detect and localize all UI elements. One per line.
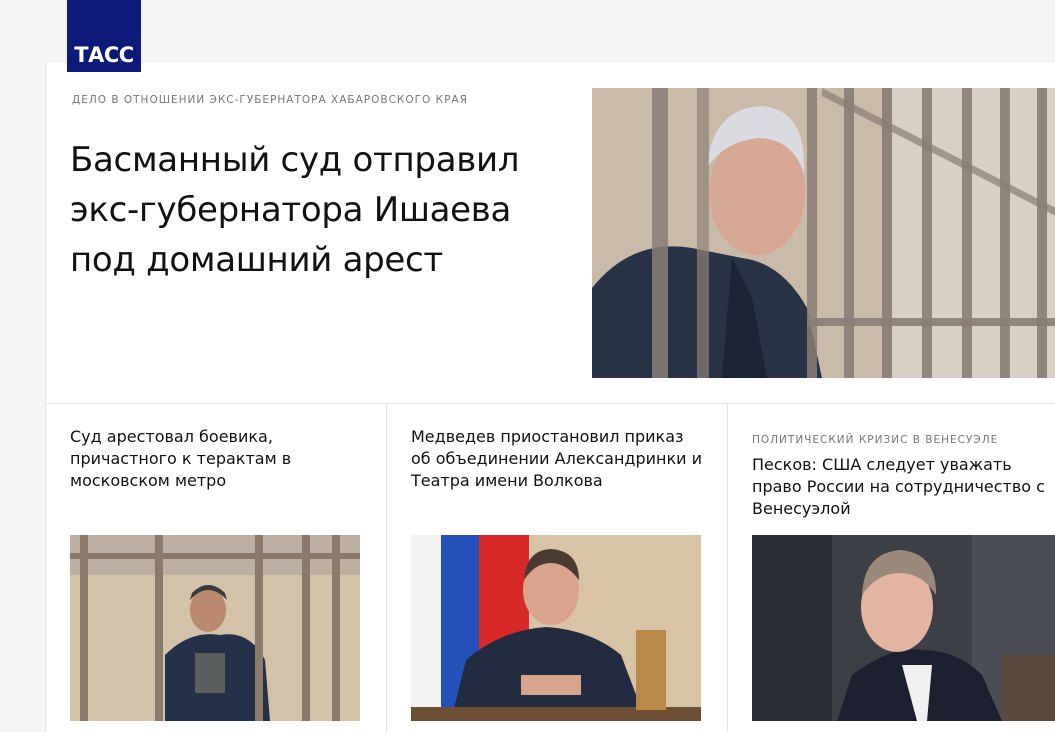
card-photo[interactable] [411,535,701,721]
hero-article[interactable]: ДЕЛО В ОТНОШЕНИИ ЭКС-ГУБЕРНАТОРА ХАБАРОВ… [46,63,1055,403]
news-card[interactable]: ПОЛИТИЧЕСКИЙ КРИЗИС В ВЕНЕСУЭЛЕ Песков: … [728,404,1055,732]
tass-logo[interactable]: ТАСС [67,0,141,72]
news-feed: ДЕЛО В ОТНОШЕНИИ ЭКС-ГУБЕРНАТОРА ХАБАРОВ… [45,63,1055,732]
card-category[interactable]: ПОЛИТИЧЕСКИЙ КРИЗИС В ВЕНЕСУЭЛЕ [752,434,998,446]
card-headline[interactable]: Песков: США следует уважать право России… [752,454,1048,520]
news-card[interactable]: Медведев приостановил приказ об объедине… [387,404,728,732]
logo-text: ТАСС [74,43,134,67]
hero-category[interactable]: ДЕЛО В ОТНОШЕНИИ ЭКС-ГУБЕРНАТОРА ХАБАРОВ… [72,94,468,106]
news-card[interactable]: Суд арестовал боевика, причастного к тер… [46,404,387,732]
card-photo[interactable] [70,535,360,721]
card-photo[interactable] [752,535,1055,721]
card-headline[interactable]: Суд арестовал боевика, причастного к тер… [70,426,366,492]
hero-headline[interactable]: Басманный суд отправил экс-губернатора И… [70,135,570,285]
card-headline[interactable]: Медведев приостановил приказ об объедине… [411,426,707,492]
hero-photo[interactable] [592,88,1055,378]
